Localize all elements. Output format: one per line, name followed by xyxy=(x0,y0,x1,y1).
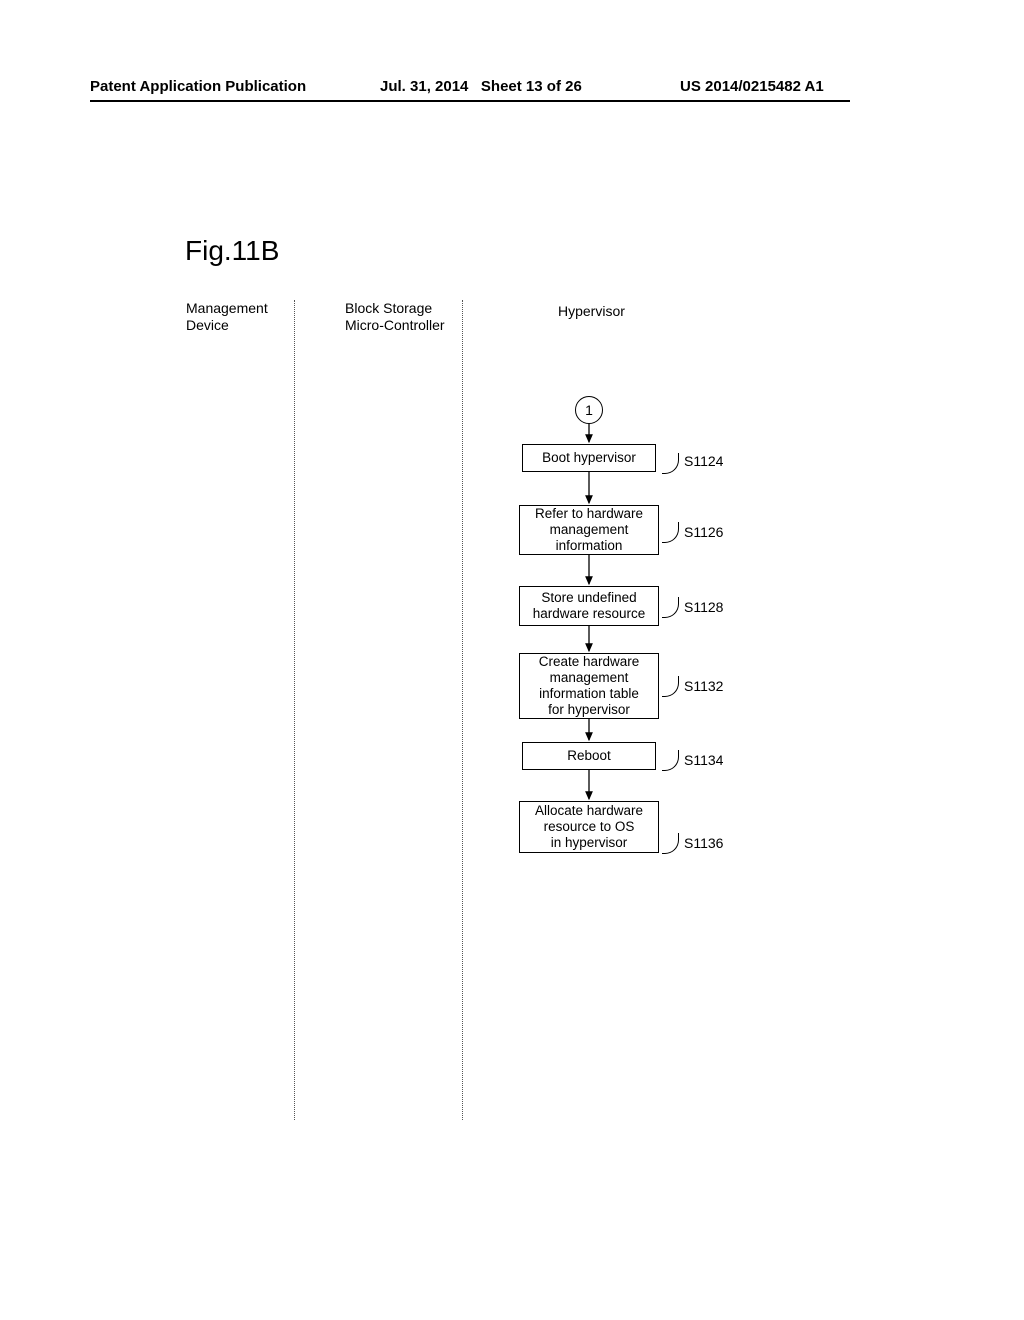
step-id-s1128: S1128 xyxy=(684,599,723,615)
leader-s1134 xyxy=(662,750,679,771)
step-box-s1132: Create hardware management information t… xyxy=(519,653,659,719)
header-date: Jul. 31, 2014 xyxy=(380,78,468,95)
step-text-s1124: Boot hypervisor xyxy=(542,450,636,466)
figure-title: Fig.11B xyxy=(185,235,279,267)
step-box-s1128: Store undefined hardware resource xyxy=(519,586,659,626)
header-pubnum: US 2014/0215482 A1 xyxy=(680,78,824,95)
step-text-s1132: Create hardware management information t… xyxy=(539,654,640,719)
step-box-s1124: Boot hypervisor xyxy=(522,444,656,472)
step-text-s1136: Allocate hardware resource to OS in hype… xyxy=(535,803,643,852)
leader-s1126 xyxy=(662,522,679,543)
step-id-s1134: S1134 xyxy=(684,752,723,768)
lane-label-hypervisor: Hypervisor xyxy=(558,303,625,320)
step-text-s1128: Store undefined hardware resource xyxy=(533,590,646,622)
step-id-s1124: S1124 xyxy=(684,453,723,469)
leader-s1124 xyxy=(662,453,679,474)
step-id-s1132: S1132 xyxy=(684,678,723,694)
lane-label-management: Management Device xyxy=(186,300,268,334)
step-text-s1134: Reboot xyxy=(567,748,611,764)
step-id-s1136: S1136 xyxy=(684,835,723,851)
header-date-sheet: Jul. 31, 2014 Sheet 13 of 26 xyxy=(380,78,582,95)
leader-s1128 xyxy=(662,597,679,618)
lane-line-management xyxy=(294,300,295,1120)
step-box-s1134: Reboot xyxy=(522,742,656,770)
step-text-s1126: Refer to hardware management information xyxy=(535,506,643,555)
step-box-s1136: Allocate hardware resource to OS in hype… xyxy=(519,801,659,853)
header-sheet: Sheet 13 of 26 xyxy=(481,78,582,95)
connector-1: 1 xyxy=(575,396,603,424)
lane-label-block-storage: Block Storage Micro-Controller xyxy=(345,300,445,334)
leader-s1136 xyxy=(662,833,679,854)
flow-arrows xyxy=(0,0,1024,1320)
step-id-s1126: S1126 xyxy=(684,524,723,540)
step-box-s1126: Refer to hardware management information xyxy=(519,505,659,555)
header-publication: Patent Application Publication xyxy=(90,78,306,95)
lane-line-block-storage xyxy=(462,300,463,1120)
header-rule xyxy=(90,100,850,102)
leader-s1132 xyxy=(662,676,679,697)
